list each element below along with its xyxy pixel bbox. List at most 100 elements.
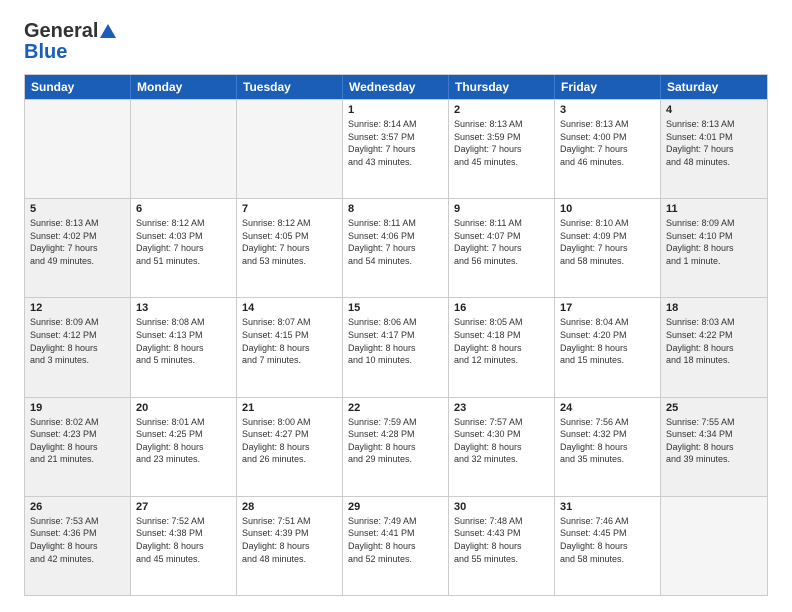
day-number: 5 bbox=[30, 203, 125, 215]
table-row: 15 Sunrise: 8:06 AM Sunset: 4:17 PM Dayli… bbox=[343, 298, 449, 396]
table-row: 9 Sunrise: 8:11 AM Sunset: 4:07 PM Daylig… bbox=[449, 199, 555, 297]
cell-info: Sunrise: 8:08 AM Sunset: 4:13 PM Dayligh… bbox=[136, 316, 231, 366]
logo-general-text: General bbox=[24, 20, 98, 43]
day-number: 6 bbox=[136, 203, 231, 215]
day-number: 8 bbox=[348, 203, 443, 215]
table-row: 22Sunrise: 7:59 AM Sunset: 4:28 PM Dayli… bbox=[343, 398, 449, 496]
calendar-row-1: 5 Sunrise: 8:13 AM Sunset: 4:02 PM Daylig… bbox=[25, 198, 767, 297]
table-row: 26 Sunrise: 7:53 AM Sunset: 4:36 PM Dayli… bbox=[25, 497, 131, 595]
table-row: 23 Sunrise: 7:57 AM Sunset: 4:30 PM Dayli… bbox=[449, 398, 555, 496]
day-number: 16 bbox=[454, 302, 549, 314]
header-day-tuesday: Tuesday bbox=[237, 75, 343, 99]
cell-info: Sunrise: 7:56 AM Sunset: 4:32 PM Dayligh… bbox=[560, 416, 655, 466]
day-number: 15 bbox=[348, 302, 443, 314]
cell-info: Sunrise: 8:05 AM Sunset: 4:18 PM Dayligh… bbox=[454, 316, 549, 366]
table-row: 18 Sunrise: 8:03 AM Sunset: 4:22 PM Dayli… bbox=[661, 298, 767, 396]
page: General Blue SundayMondayTuesdayWednesda… bbox=[0, 0, 792, 612]
day-number: 4 bbox=[666, 104, 762, 116]
cell-info: Sunrise: 8:13 AM Sunset: 3:59 PM Dayligh… bbox=[454, 118, 549, 168]
cell-info: Sunrise: 8:14 AM Sunset: 3:57 PM Dayligh… bbox=[348, 118, 443, 168]
day-number: 28 bbox=[242, 501, 337, 513]
day-number: 7 bbox=[242, 203, 337, 215]
table-row bbox=[237, 100, 343, 198]
table-row bbox=[131, 100, 237, 198]
table-row: 8 Sunrise: 8:11 AM Sunset: 4:06 PM Daylig… bbox=[343, 199, 449, 297]
day-number: 11 bbox=[666, 203, 762, 215]
table-row: 4 Sunrise: 8:13 AM Sunset: 4:01 PM Daylig… bbox=[661, 100, 767, 198]
calendar-row-2: 12Sunrise: 8:09 AM Sunset: 4:12 PM Dayli… bbox=[25, 297, 767, 396]
day-number: 3 bbox=[560, 104, 655, 116]
cell-info: Sunrise: 8:13 AM Sunset: 4:01 PM Dayligh… bbox=[666, 118, 762, 168]
table-row: 31 Sunrise: 7:46 AM Sunset: 4:45 PM Dayli… bbox=[555, 497, 661, 595]
logo-blue-text: Blue bbox=[24, 41, 67, 64]
cell-info: Sunrise: 8:00 AM Sunset: 4:27 PM Dayligh… bbox=[242, 416, 337, 466]
table-row: 10 Sunrise: 8:10 AM Sunset: 4:09 PM Dayli… bbox=[555, 199, 661, 297]
day-number: 20 bbox=[136, 402, 231, 414]
day-number: 18 bbox=[666, 302, 762, 314]
day-number: 25 bbox=[666, 402, 762, 414]
day-number: 31 bbox=[560, 501, 655, 513]
cell-info: Sunrise: 7:55 AM Sunset: 4:34 PM Dayligh… bbox=[666, 416, 762, 466]
table-row: 17Sunrise: 8:04 AM Sunset: 4:20 PM Dayli… bbox=[555, 298, 661, 396]
header-day-wednesday: Wednesday bbox=[343, 75, 449, 99]
calendar-header: SundayMondayTuesdayWednesdayThursdayFrid… bbox=[25, 75, 767, 99]
cell-info: Sunrise: 8:09 AM Sunset: 4:10 PM Dayligh… bbox=[666, 217, 762, 267]
day-number: 19 bbox=[30, 402, 125, 414]
day-number: 9 bbox=[454, 203, 549, 215]
cell-info: Sunrise: 8:11 AM Sunset: 4:06 PM Dayligh… bbox=[348, 217, 443, 267]
day-number: 22 bbox=[348, 402, 443, 414]
day-number: 24 bbox=[560, 402, 655, 414]
table-row: 12Sunrise: 8:09 AM Sunset: 4:12 PM Dayli… bbox=[25, 298, 131, 396]
day-number: 2 bbox=[454, 104, 549, 116]
cell-info: Sunrise: 8:03 AM Sunset: 4:22 PM Dayligh… bbox=[666, 316, 762, 366]
table-row: 27 Sunrise: 7:52 AM Sunset: 4:38 PM Dayli… bbox=[131, 497, 237, 595]
cell-info: Sunrise: 8:01 AM Sunset: 4:25 PM Dayligh… bbox=[136, 416, 231, 466]
day-number: 23 bbox=[454, 402, 549, 414]
table-row: 14Sunrise: 8:07 AM Sunset: 4:15 PM Dayli… bbox=[237, 298, 343, 396]
table-row: 11 Sunrise: 8:09 AM Sunset: 4:10 PM Dayli… bbox=[661, 199, 767, 297]
table-row: 19 Sunrise: 8:02 AM Sunset: 4:23 PM Dayli… bbox=[25, 398, 131, 496]
cell-info: Sunrise: 7:46 AM Sunset: 4:45 PM Dayligh… bbox=[560, 515, 655, 565]
day-number: 1 bbox=[348, 104, 443, 116]
cell-info: Sunrise: 7:53 AM Sunset: 4:36 PM Dayligh… bbox=[30, 515, 125, 565]
table-row: 5 Sunrise: 8:13 AM Sunset: 4:02 PM Daylig… bbox=[25, 199, 131, 297]
cell-info: Sunrise: 7:57 AM Sunset: 4:30 PM Dayligh… bbox=[454, 416, 549, 466]
header-day-monday: Monday bbox=[131, 75, 237, 99]
calendar-body: 1 Sunrise: 8:14 AM Sunset: 3:57 PM Daylig… bbox=[25, 99, 767, 595]
cell-info: Sunrise: 8:10 AM Sunset: 4:09 PM Dayligh… bbox=[560, 217, 655, 267]
table-row bbox=[25, 100, 131, 198]
table-row: 25 Sunrise: 7:55 AM Sunset: 4:34 PM Dayli… bbox=[661, 398, 767, 496]
cell-info: Sunrise: 8:02 AM Sunset: 4:23 PM Dayligh… bbox=[30, 416, 125, 466]
calendar-row-4: 26 Sunrise: 7:53 AM Sunset: 4:36 PM Dayli… bbox=[25, 496, 767, 595]
calendar-row-0: 1 Sunrise: 8:14 AM Sunset: 3:57 PM Daylig… bbox=[25, 99, 767, 198]
table-row bbox=[661, 497, 767, 595]
logo-icon bbox=[100, 24, 116, 38]
table-row: 29 Sunrise: 7:49 AM Sunset: 4:41 PM Dayli… bbox=[343, 497, 449, 595]
day-number: 13 bbox=[136, 302, 231, 314]
day-number: 26 bbox=[30, 501, 125, 513]
day-number: 14 bbox=[242, 302, 337, 314]
logo: General Blue bbox=[24, 20, 116, 64]
cell-info: Sunrise: 8:06 AM Sunset: 4:17 PM Dayligh… bbox=[348, 316, 443, 366]
header-day-thursday: Thursday bbox=[449, 75, 555, 99]
cell-info: Sunrise: 8:11 AM Sunset: 4:07 PM Dayligh… bbox=[454, 217, 549, 267]
cell-info: Sunrise: 7:49 AM Sunset: 4:41 PM Dayligh… bbox=[348, 515, 443, 565]
day-number: 17 bbox=[560, 302, 655, 314]
header-day-saturday: Saturday bbox=[661, 75, 767, 99]
cell-info: Sunrise: 7:52 AM Sunset: 4:38 PM Dayligh… bbox=[136, 515, 231, 565]
day-number: 30 bbox=[454, 501, 549, 513]
table-row: 13 Sunrise: 8:08 AM Sunset: 4:13 PM Dayli… bbox=[131, 298, 237, 396]
day-number: 21 bbox=[242, 402, 337, 414]
day-number: 10 bbox=[560, 203, 655, 215]
day-number: 27 bbox=[136, 501, 231, 513]
table-row: 6Sunrise: 8:12 AM Sunset: 4:03 PM Daylig… bbox=[131, 199, 237, 297]
cell-info: Sunrise: 8:13 AM Sunset: 4:00 PM Dayligh… bbox=[560, 118, 655, 168]
table-row: 7Sunrise: 8:12 AM Sunset: 4:05 PM Daylig… bbox=[237, 199, 343, 297]
table-row: 21 Sunrise: 8:00 AM Sunset: 4:27 PM Dayli… bbox=[237, 398, 343, 496]
day-number: 29 bbox=[348, 501, 443, 513]
table-row: 20 Sunrise: 8:01 AM Sunset: 4:25 PM Dayli… bbox=[131, 398, 237, 496]
calendar: SundayMondayTuesdayWednesdayThursdayFrid… bbox=[24, 74, 768, 596]
cell-info: Sunrise: 8:09 AM Sunset: 4:12 PM Dayligh… bbox=[30, 316, 125, 366]
cell-info: Sunrise: 8:13 AM Sunset: 4:02 PM Dayligh… bbox=[30, 217, 125, 267]
header: General Blue bbox=[24, 20, 768, 64]
